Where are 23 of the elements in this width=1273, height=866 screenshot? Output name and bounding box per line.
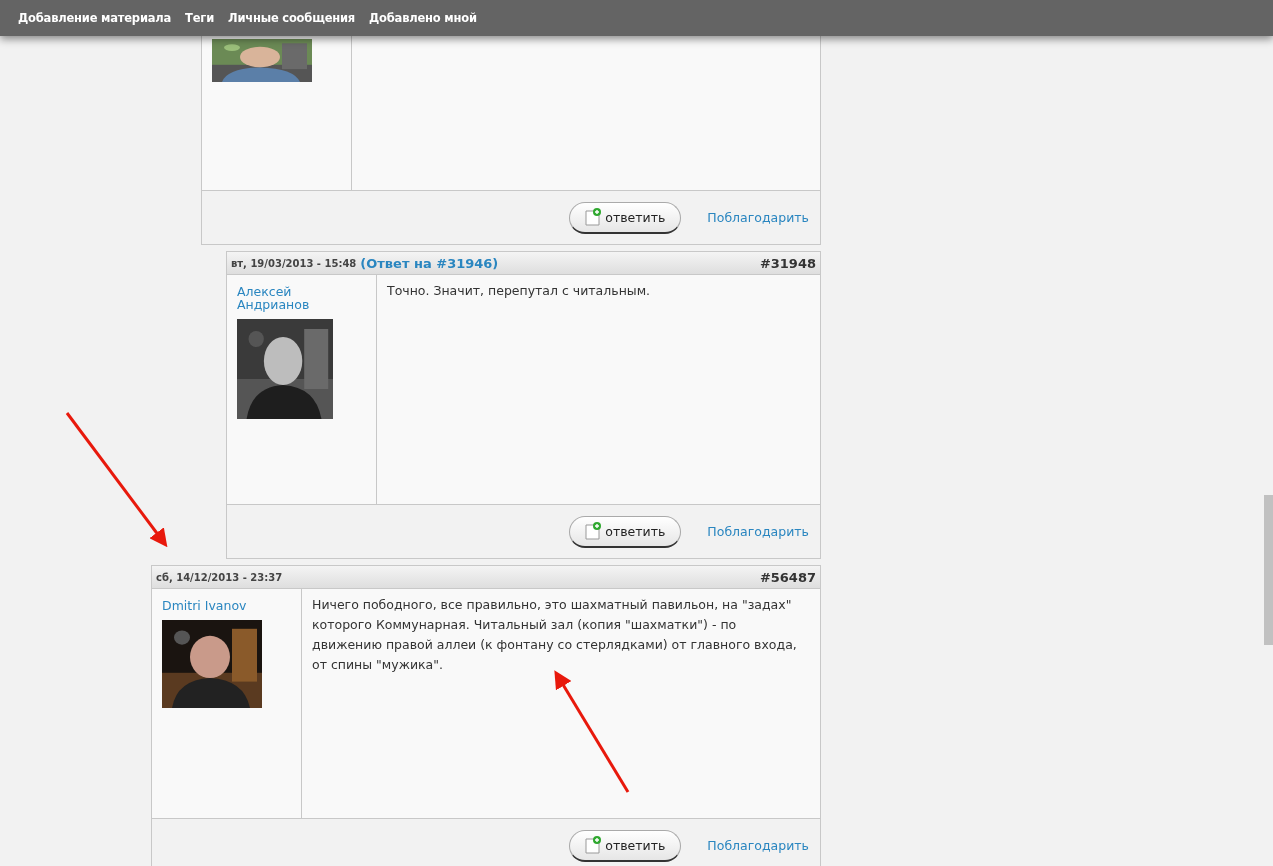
comment-number: #56487 <box>759 569 816 585</box>
comment-date: вт, 19/03/2013 - 15:48 <box>231 257 357 269</box>
scrollbar-thumb[interactable] <box>1264 495 1273 645</box>
reply-button[interactable]: ответить <box>569 201 682 234</box>
reply-button[interactable]: ответить <box>569 829 682 862</box>
note-add-icon <box>585 522 602 540</box>
note-add-icon <box>585 208 602 226</box>
thank-link[interactable]: Поблагодарить <box>707 838 809 853</box>
thank-link[interactable]: Поблагодарить <box>707 210 809 225</box>
note-add-icon <box>585 836 602 854</box>
author-link[interactable]: Алексей Андрианов <box>237 285 366 311</box>
reply-to-link[interactable]: (Ответ на #31946) <box>360 255 499 271</box>
comment-date: сб, 14/12/2013 - 23:37 <box>156 571 283 583</box>
comment-text: Ничего пободного, все правильно, это шахматный павильон, на "задах" которого Коммунарная. Читальный зал (копия "шахматки") - по движению правой аллеи (к фонтану со стерлядками) от главного входа, от спины "мужика". <box>312 596 798 674</box>
nav-link[interactable]: Добавление материала <box>18 11 172 25</box>
comment-text: Точно. Значит, перепутал с читальным. <box>387 282 651 300</box>
author-link[interactable]: Dmitri Ivanov <box>162 599 291 612</box>
thank-link[interactable]: Поблагодарить <box>707 524 809 539</box>
nav-link[interactable]: Добавлено мной <box>369 11 477 25</box>
nav-link[interactable]: Теги <box>185 11 215 25</box>
nav-link[interactable]: Личные сообщения <box>228 11 356 25</box>
comment-number: #31948 <box>759 255 816 271</box>
reply-button[interactable]: ответить <box>569 515 682 548</box>
